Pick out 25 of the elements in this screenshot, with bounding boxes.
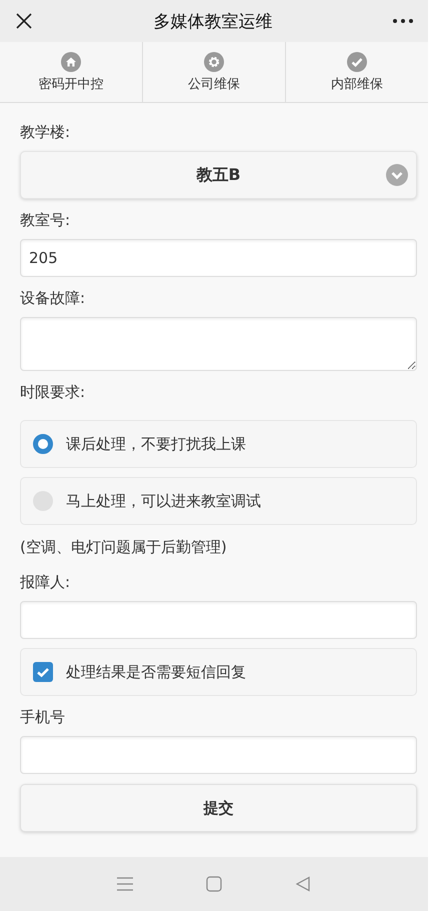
home-icon — [61, 52, 81, 72]
field-label: 教室号: — [20, 210, 72, 231]
square-icon[interactable] — [206, 876, 222, 892]
input-field[interactable] — [20, 736, 417, 774]
submit-button[interactable]: 提交 — [20, 784, 417, 832]
radio-option[interactable]: 课后处理，不要打扰我上课 — [20, 420, 417, 468]
input-field[interactable]: 205 — [20, 239, 417, 277]
close-icon[interactable] — [14, 11, 34, 31]
note-text: (空调、电灯问题属于后勤管理) — [20, 537, 228, 558]
field-label: 教学楼: — [20, 122, 72, 143]
field-label: 设备故障: — [20, 288, 86, 309]
chevron-down-icon — [386, 164, 408, 186]
back-icon[interactable] — [295, 876, 312, 892]
gear-icon — [204, 52, 224, 72]
check-icon — [347, 52, 367, 72]
checkbox-option[interactable]: 处理结果是否需要短信回复 — [20, 648, 417, 696]
menu-icon[interactable] — [116, 877, 133, 891]
radio-option[interactable]: 马上处理，可以进来教室调试 — [20, 477, 417, 525]
field-label: 时限要求: — [20, 382, 86, 403]
building-dropdown[interactable]: 教五B — [20, 151, 417, 199]
input-field[interactable] — [20, 601, 417, 639]
field-label: 报障人: — [20, 572, 72, 593]
more-icon[interactable] — [392, 18, 414, 24]
page-title: 多媒体教室运维 — [154, 10, 272, 32]
field-label: 手机号 — [20, 707, 66, 728]
